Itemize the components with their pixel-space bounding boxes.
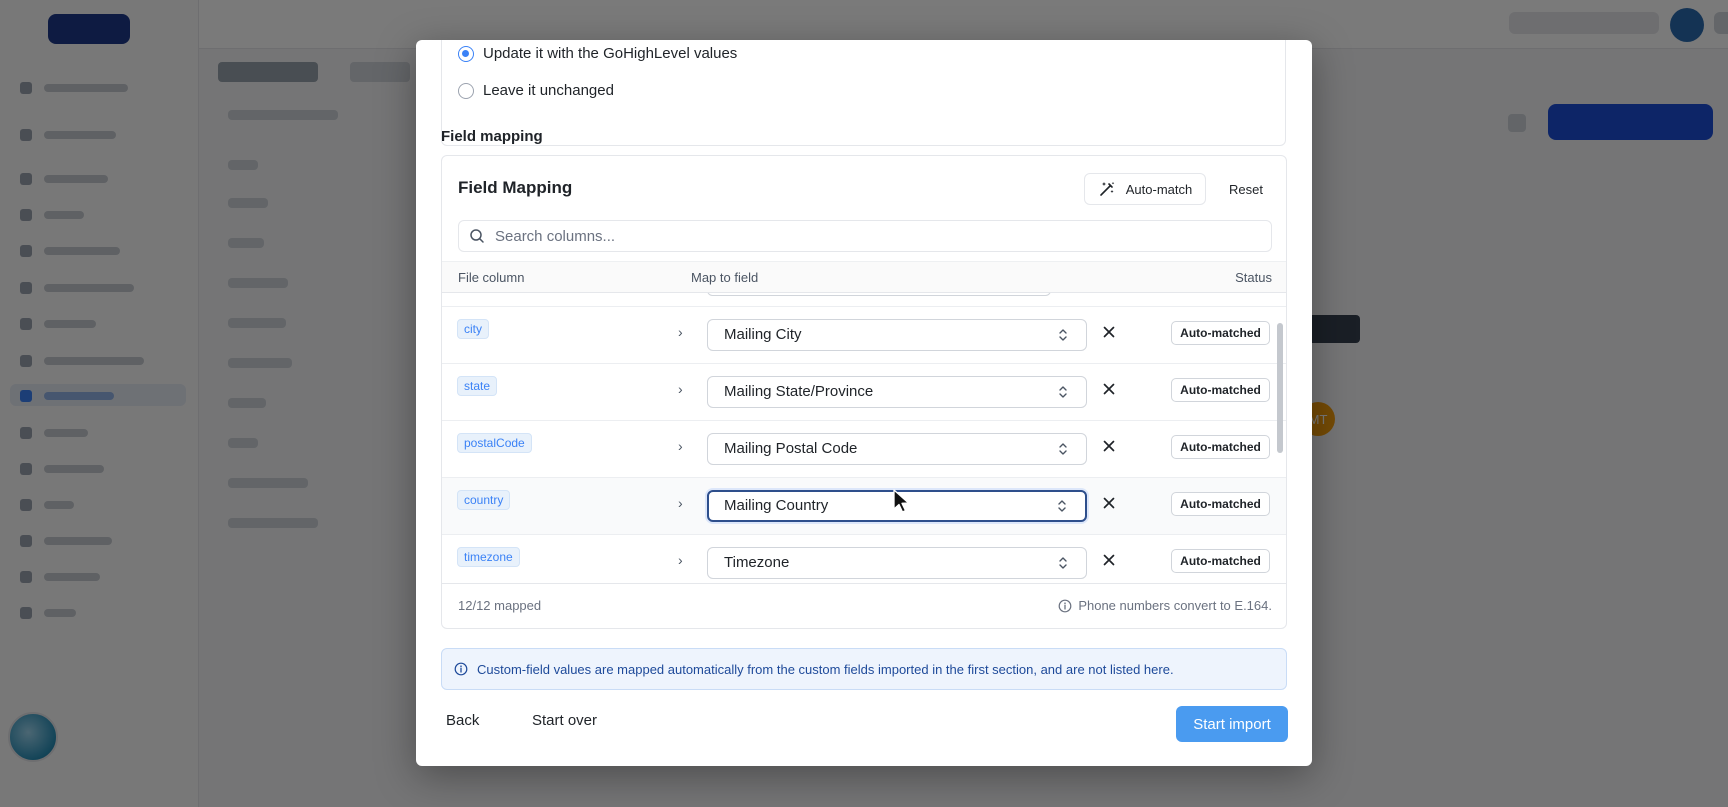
file-column-chip: postalCode bbox=[457, 433, 532, 453]
map-field-value: Timezone bbox=[724, 554, 790, 571]
status-badge: Auto-matched bbox=[1171, 378, 1270, 402]
back-button[interactable]: Back bbox=[440, 702, 485, 738]
start-over-button[interactable]: Start over bbox=[526, 702, 603, 738]
info-circle-icon bbox=[1058, 599, 1072, 612]
import-modal: Update it with the GoHighLevel values Le… bbox=[416, 40, 1312, 766]
radio-update[interactable] bbox=[458, 45, 474, 62]
close-icon[interactable] bbox=[1100, 380, 1118, 398]
map-field-value: Mailing Postal Code bbox=[724, 440, 858, 457]
search-input[interactable] bbox=[493, 226, 1257, 246]
reset-button[interactable]: Reset bbox=[1218, 173, 1274, 205]
column-header-file: File column bbox=[458, 270, 525, 285]
close-icon[interactable] bbox=[1100, 323, 1118, 341]
column-header-status: Status bbox=[1235, 270, 1272, 285]
up-down-chevron-icon bbox=[1059, 386, 1067, 398]
table-row: country › Mailing Country Auto-matched bbox=[442, 478, 1286, 535]
map-field-select[interactable]: Timezone bbox=[707, 547, 1087, 579]
status-badge: Auto-matched bbox=[1171, 435, 1270, 459]
up-down-chevron-icon bbox=[1059, 443, 1067, 455]
search-field[interactable] bbox=[458, 220, 1272, 252]
existing-contact-options: Update it with the GoHighLevel values Le… bbox=[441, 40, 1286, 146]
chevron-right-icon[interactable]: › bbox=[678, 324, 683, 340]
start-import-button[interactable]: Start import bbox=[1176, 706, 1288, 742]
chevron-right-icon[interactable]: › bbox=[678, 381, 683, 397]
status-badge: Auto-matched bbox=[1171, 549, 1270, 573]
auto-match-label: Auto-match bbox=[1125, 181, 1193, 197]
field-mapping-title: Field Mapping bbox=[458, 178, 573, 197]
up-down-chevron-icon bbox=[1059, 329, 1067, 341]
section-label: Field mapping bbox=[441, 128, 543, 145]
map-field-value: Mailing City bbox=[724, 326, 802, 343]
info-banner-text: Custom-field values are mapped automatic… bbox=[477, 661, 1174, 677]
chevron-right-icon[interactable]: › bbox=[678, 495, 683, 511]
file-column-chip: city bbox=[457, 319, 489, 339]
phone-note: Phone numbers convert to E.164. bbox=[1058, 598, 1272, 613]
up-down-chevron-icon bbox=[1059, 557, 1067, 569]
mapped-count: 12/12 mapped bbox=[458, 598, 542, 613]
file-column-chip: country bbox=[457, 490, 511, 510]
table-row: state › Mailing State/Province Auto-matc… bbox=[442, 364, 1286, 421]
table-row: timezone › Timezone Auto-matched bbox=[442, 535, 1286, 583]
search-icon bbox=[470, 229, 484, 243]
file-column-chip: timezone bbox=[457, 547, 520, 567]
status-badge: Auto-matched bbox=[1171, 492, 1270, 516]
option-leave-label: Leave it unchanged bbox=[483, 82, 614, 99]
map-field-select[interactable]: Mailing City bbox=[707, 319, 1087, 351]
close-icon[interactable] bbox=[1100, 437, 1118, 455]
mouse-cursor-icon bbox=[893, 489, 910, 513]
close-icon[interactable] bbox=[1100, 551, 1118, 569]
option-update[interactable]: Update it with the GoHighLevel values bbox=[458, 45, 737, 62]
table-row: city › Mailing City Auto-matched bbox=[442, 307, 1286, 364]
mapping-rows: city › Mailing City Auto-matched state ›… bbox=[442, 293, 1286, 583]
table-row-partial bbox=[442, 293, 1286, 307]
file-column-chip: state bbox=[457, 376, 498, 396]
map-field-value: Mailing Country bbox=[724, 497, 829, 514]
close-icon[interactable] bbox=[1100, 494, 1118, 512]
map-field-value: Mailing State/Province bbox=[724, 383, 874, 400]
table-header: File column Map to field Status bbox=[442, 261, 1286, 293]
option-leave[interactable]: Leave it unchanged bbox=[458, 82, 614, 99]
field-mapping-footer: 12/12 mapped Phone numbers convert to E.… bbox=[442, 583, 1286, 628]
map-field-select[interactable]: Mailing Postal Code bbox=[707, 433, 1087, 465]
info-banner: Custom-field values are mapped automatic… bbox=[441, 648, 1287, 690]
table-row: postalCode › Mailing Postal Code Auto-ma… bbox=[442, 421, 1286, 478]
column-header-map: Map to field bbox=[691, 270, 759, 285]
field-mapping-card: Field Mapping Auto-match Reset File colu… bbox=[441, 155, 1287, 629]
up-down-chevron-icon bbox=[1058, 500, 1066, 512]
magic-wand-icon bbox=[1099, 182, 1114, 196]
status-badge: Auto-matched bbox=[1171, 321, 1270, 345]
chevron-right-icon[interactable]: › bbox=[678, 552, 683, 568]
phone-note-text: Phone numbers convert to E.164. bbox=[1078, 598, 1272, 613]
mapping-scrollbar[interactable] bbox=[1277, 323, 1283, 453]
info-circle-icon bbox=[454, 662, 468, 676]
radio-leave[interactable] bbox=[458, 82, 474, 99]
chevron-right-icon[interactable]: › bbox=[678, 438, 683, 454]
option-update-label: Update it with the GoHighLevel values bbox=[483, 45, 738, 62]
map-field-select[interactable]: Mailing State/Province bbox=[707, 376, 1087, 408]
auto-match-button[interactable]: Auto-match bbox=[1084, 173, 1206, 205]
